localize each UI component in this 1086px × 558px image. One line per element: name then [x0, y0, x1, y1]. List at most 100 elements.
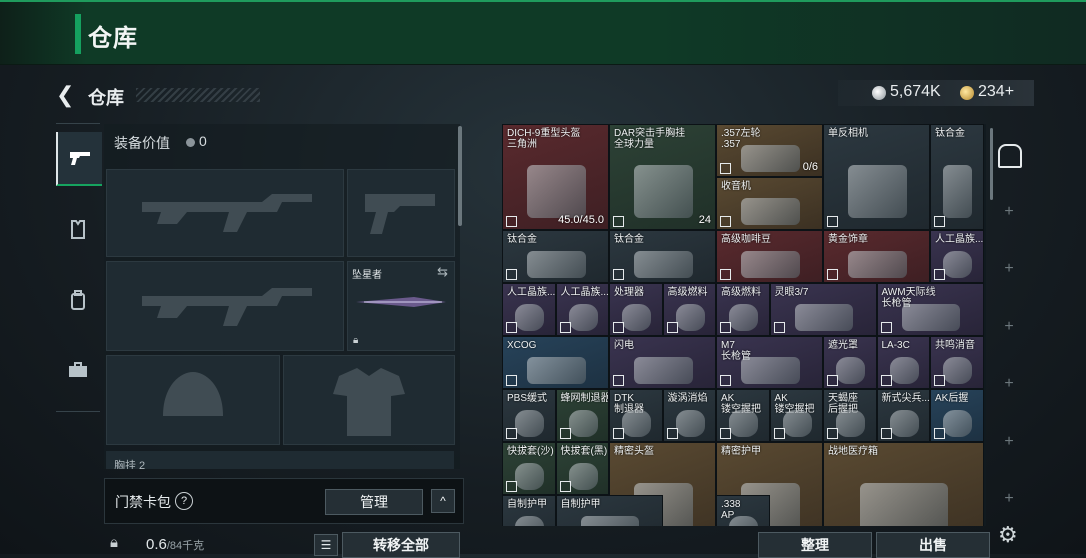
inventory-item[interactable]: 钛合金	[609, 230, 716, 283]
inventory-item[interactable]: 钛合金	[502, 230, 609, 283]
inventory-item[interactable]: 漩涡消焰	[662, 389, 716, 442]
item-marker-icon	[827, 269, 838, 280]
inventory-item[interactable]: M7 长枪管	[716, 336, 823, 389]
inventory-item[interactable]: 人工晶族...	[502, 283, 556, 336]
item-image	[741, 198, 800, 225]
inventory-item[interactable]: 高级咖啡豆	[716, 230, 823, 283]
melee-slot[interactable]: 坠星者 ⇆ 🔒︎	[347, 261, 455, 351]
tab-backpack[interactable]	[56, 274, 100, 326]
manage-button[interactable]: 管理	[325, 489, 423, 515]
item-image	[515, 410, 545, 437]
inventory-item[interactable]: 蜂网制退器	[555, 389, 609, 442]
secondary-weapon-slot[interactable]	[106, 261, 344, 351]
item-name: 漩涡消焰	[667, 393, 708, 404]
add-page-icon[interactable]: +	[1002, 319, 1016, 335]
item-name: 高级燃料	[667, 287, 708, 298]
item-marker-icon	[666, 322, 678, 333]
add-page-icon[interactable]: +	[1002, 261, 1016, 277]
inventory-item[interactable]: AK 镂空握把	[769, 389, 823, 442]
inventory-item[interactable]: 快拔套(黑)	[555, 442, 609, 495]
tab-case[interactable]	[56, 344, 100, 396]
inventory-item[interactable]: 闪电	[609, 336, 716, 389]
inventory-item[interactable]: 黄金饰章	[823, 230, 930, 283]
collapse-chevron-icon[interactable]: ^	[431, 489, 455, 513]
inventory-item[interactable]: 收音机	[716, 177, 823, 230]
inventory-item[interactable]: 灵眼3/7	[769, 283, 877, 336]
item-name: 灵眼3/7	[774, 287, 809, 298]
add-page-icon[interactable]: +	[1002, 434, 1016, 450]
item-name: 蜂网制退器	[560, 393, 609, 404]
inventory-item[interactable]: 遮光罩	[823, 336, 877, 389]
add-page-icon[interactable]: +	[1002, 204, 1016, 220]
lock-icon: 🔒︎	[353, 335, 359, 346]
gold-amount: 234+	[978, 83, 1015, 100]
inventory-item[interactable]: DAR突击手胸挂 全球力量 24	[609, 124, 716, 230]
inventory-item[interactable]: LA-3C	[876, 336, 930, 389]
inventory-item[interactable]: 钛合金	[930, 124, 984, 230]
item-marker-icon	[720, 216, 731, 227]
inventory-item[interactable]: 自制护甲	[502, 495, 556, 526]
inventory-item[interactable]: 天蝎座 后握把	[823, 389, 877, 442]
item-name: DAR突击手胸挂 全球力量	[614, 128, 686, 150]
equipment-value: 0	[186, 133, 207, 149]
item-marker-icon	[559, 428, 571, 439]
inventory-item[interactable]: .357左轮 .357 0/6	[716, 124, 823, 177]
inventory-item[interactable]: 自制护甲	[555, 495, 663, 526]
inventory-item[interactable]: 战地医疗箱	[823, 442, 984, 526]
tab-weapons[interactable]	[56, 132, 102, 186]
silver-amount: 5,674K	[890, 83, 941, 100]
inventory-item[interactable]: 高级燃料	[716, 283, 770, 336]
inventory-item[interactable]: AWM天际线 长枪管	[876, 283, 984, 336]
inventory-item[interactable]: 人工晶族...	[555, 283, 609, 336]
storage-icon[interactable]	[998, 144, 1022, 168]
item-image	[794, 304, 854, 331]
swap-icon[interactable]: ⇆	[437, 264, 448, 280]
inventory-item[interactable]: AK后握	[930, 389, 984, 442]
item-name: 高级咖啡豆	[721, 234, 771, 245]
tab-armor[interactable]	[56, 204, 100, 256]
inventory-item[interactable]: XCOG	[502, 336, 609, 389]
inventory-item[interactable]: 快拔套(沙)	[502, 442, 556, 495]
list-view-icon[interactable]: ☰	[314, 534, 338, 556]
item-image	[622, 410, 652, 437]
item-marker-icon	[934, 216, 945, 227]
inventory-item[interactable]: .338 AP	[716, 495, 770, 526]
help-icon[interactable]: ?	[175, 492, 193, 510]
primary-weapon-slot[interactable]	[106, 169, 344, 257]
inventory-scrollbar[interactable]	[990, 128, 993, 200]
keycard-bar: 门禁卡包 ? 管理 ^	[104, 478, 464, 524]
inventory-item[interactable]: 高级燃料	[662, 283, 716, 336]
inventory-item[interactable]: 新式尖兵...	[876, 389, 930, 442]
decorative-stripes	[136, 88, 260, 102]
sort-button[interactable]: 整理	[758, 532, 872, 558]
armor-slot[interactable]	[283, 355, 455, 445]
item-image	[568, 410, 598, 437]
item-marker-icon	[720, 269, 731, 280]
inventory-item[interactable]: 处理器	[609, 283, 663, 336]
inventory-item[interactable]: DICH-9重型头盔 三角洲 45.0/45.0	[502, 124, 609, 230]
inventory-item[interactable]: 单反相机	[823, 124, 930, 230]
item-image	[848, 251, 907, 278]
equipment-scrollbar[interactable]	[458, 126, 462, 226]
pistol-slot[interactable]	[347, 169, 455, 257]
inventory-item[interactable]: PBS缓式	[502, 389, 556, 442]
chest-rig-slot[interactable]: 胸挂 2	[106, 451, 454, 469]
sell-button[interactable]: 出售	[876, 532, 990, 558]
item-name: XCOG	[507, 340, 537, 351]
inventory-item[interactable]: DTK 制退器	[609, 389, 663, 442]
back-arrow-icon[interactable]: ❮	[56, 84, 78, 106]
item-name: 共鸣消音	[935, 340, 975, 351]
inventory-item[interactable]: 共鸣消音	[930, 336, 984, 389]
item-marker-icon	[559, 481, 571, 492]
gear-icon[interactable]: ⚙	[998, 522, 1018, 548]
rifle-silhouette-icon	[142, 194, 312, 232]
inventory-item[interactable]: AK 镂空握把	[716, 389, 770, 442]
item-marker-icon	[613, 216, 624, 227]
transfer-all-button[interactable]: 转移全部	[342, 532, 460, 558]
helmet-slot[interactable]	[106, 355, 280, 445]
add-page-icon[interactable]: +	[1002, 491, 1016, 507]
inventory-item[interactable]: 人工晶族...	[930, 230, 984, 283]
add-page-icon[interactable]: +	[1002, 376, 1016, 392]
item-image	[848, 165, 907, 219]
item-marker-icon	[613, 322, 624, 333]
